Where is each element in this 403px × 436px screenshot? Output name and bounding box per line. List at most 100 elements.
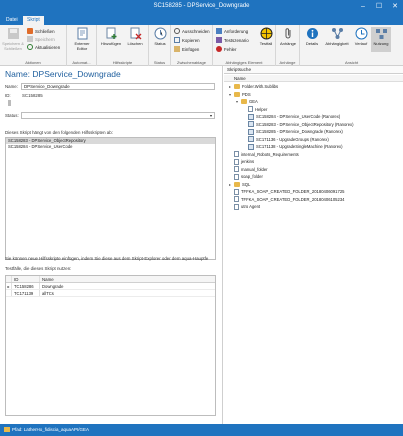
- requirement-icon: [216, 28, 222, 34]
- close-button[interactable]: Schließen: [27, 28, 55, 34]
- tree-node[interactable]: TFFKA_SOAP_CREATED_FOLDER_20180406105234: [228, 196, 345, 203]
- testscenario-icon: [216, 37, 222, 43]
- usage-icon: [375, 29, 387, 39]
- tree-node[interactable]: SC171138 - UpgradeSingleMachine (Ranorex…: [242, 143, 343, 150]
- add-icon: [106, 27, 116, 39]
- external-editor-button[interactable]: Externer Editor: [71, 27, 93, 51]
- external-editor-icon: [77, 27, 87, 40]
- menu-tab-datei[interactable]: Datei: [2, 16, 22, 25]
- list-item[interactable]: SC158284 - DPService_UserCode: [6, 144, 215, 150]
- testfall-icon: [260, 27, 272, 40]
- add-helper-button[interactable]: Hinzufügen: [99, 27, 123, 46]
- tree-node[interactable]: ▾ PDS: [228, 91, 251, 98]
- maximize-icon[interactable]: ☐: [373, 1, 385, 13]
- tree-node[interactable]: soap_folder: [228, 173, 263, 180]
- script-icon: [248, 143, 254, 150]
- status-dropdown[interactable]: ▾: [21, 112, 215, 119]
- tree-node[interactable]: SC158285 - DPService_Downgrade (Ranorex): [242, 128, 343, 135]
- error-button[interactable]: Fehler: [216, 46, 236, 52]
- ribbon-group-aktionen: Speichern & Schließen Schließen Speicher…: [0, 25, 67, 66]
- script-icon: [248, 113, 254, 120]
- tree-node[interactable]: ▸ SQL: [228, 181, 250, 188]
- tree-node[interactable]: manual_folder: [228, 166, 268, 173]
- cut-button[interactable]: Ausschneiden: [174, 28, 210, 34]
- menu-tab-skript[interactable]: Skript: [23, 16, 44, 25]
- tree-node-label: SQL: [242, 181, 251, 187]
- grid-header-name[interactable]: Name: [40, 276, 215, 282]
- expand-toggle-icon[interactable]: ▾: [228, 91, 232, 98]
- ribbon-group-automat: Externer Editor Automat...: [67, 25, 97, 66]
- drag-handle[interactable]: [8, 100, 11, 106]
- refresh-icon: [27, 44, 33, 50]
- tree-node-label: internal_Robots_Requirements: [241, 151, 299, 157]
- details-button[interactable]: Details: [302, 27, 322, 46]
- tree-node-label: SC171136 - UpgradeGroups (Ranorex): [256, 136, 329, 142]
- testcases-grid[interactable]: ID Name ▸ TC158286 Downgrade TC171139 al…: [5, 275, 216, 416]
- name-field[interactable]: DPService_Downgrade: [21, 83, 215, 90]
- grid-header: ID Name: [6, 276, 215, 283]
- tree-node[interactable]: SC158284 - DPService_UserCode (Ranorex): [242, 113, 340, 120]
- tree-node-label: manual_folder: [241, 166, 268, 172]
- tree-node-label: SC158285 - DPService_Downgrade (Ranorex): [256, 129, 343, 134]
- doc-icon: [234, 188, 239, 195]
- save-icon: [27, 36, 33, 42]
- delete-helper-button[interactable]: Löschen: [124, 27, 146, 46]
- tree-node-label: SC158284 - DPService_UserCode (Ranorex): [256, 114, 341, 119]
- script-explorer-pane: Skriptsuche Name ▸ Folder.With.Sublibs ▾ PD…: [224, 66, 403, 424]
- tree-node[interactable]: jenkins: [228, 158, 254, 165]
- refresh-button[interactable]: Aktualisieren: [27, 44, 60, 50]
- expand-toggle-icon[interactable]: ▸: [228, 83, 232, 90]
- tree-node[interactable]: internal_Robots_Requirements: [228, 151, 299, 158]
- ribbon-group-abhaengiges-element: Anforderung Testszenario Fehler Testfall…: [213, 25, 276, 66]
- history-button[interactable]: Verlauf: [352, 27, 370, 46]
- tree-column-header[interactable]: Name: [224, 75, 403, 82]
- tree-node[interactable]: ▸ Folder.With.Sublibs: [228, 83, 278, 90]
- save-button[interactable]: Speichern: [27, 36, 55, 42]
- table-row[interactable]: TC171139 allTCs: [6, 290, 215, 297]
- usage-button[interactable]: Nutzung: [371, 27, 391, 52]
- testscenario-button[interactable]: Testszenario: [216, 37, 249, 43]
- info-icon: [306, 28, 318, 39]
- chevron-down-icon: ▾: [209, 113, 212, 118]
- attachments-button[interactable]: Anhänge: [278, 27, 298, 46]
- dependencies-list[interactable]: SC158283 - DPService_ObjectRepository SC…: [5, 137, 216, 260]
- status-icon: [154, 27, 166, 40]
- dependency-icon: [331, 28, 343, 39]
- tree-node[interactable]: Helper: [242, 106, 267, 113]
- tree-node[interactable]: utro Agent: [228, 203, 260, 210]
- copy-icon: [174, 37, 180, 43]
- testcases-caption: Testfälle, die dieses Skript nutzen:: [5, 266, 72, 271]
- id-label: ID:: [5, 93, 11, 98]
- status-button[interactable]: Status: [150, 27, 170, 46]
- id-value: SC158285: [22, 93, 43, 98]
- tree-node-label: TFFKA_SOAP_CREATED_FOLDER_20180406105234: [241, 196, 345, 202]
- folder-icon: [234, 84, 240, 89]
- expand-toggle-icon[interactable]: ▾: [235, 98, 239, 105]
- dependency-button[interactable]: Abhängigkeit: [323, 27, 351, 46]
- testfall-button[interactable]: Testfall: [257, 27, 275, 46]
- status-path: Pfad: LatherHo_fidiscia_aquaAPI/GEA: [12, 427, 90, 432]
- table-row[interactable]: ▸ TC158286 Downgrade: [6, 283, 215, 290]
- tree-node-label: soap_folder: [241, 174, 263, 179]
- minimize-icon[interactable]: –: [357, 1, 369, 13]
- tree-node-label: SC158283 - DPService_ObjectRepository (R…: [256, 121, 354, 127]
- ribbon-group-hilfsskripte: Hinzufügen Löschen Hilfsskripte: [97, 25, 149, 66]
- tree-node[interactable]: ▾ GEA: [235, 98, 258, 105]
- doc-icon: [234, 151, 239, 157]
- tree-node[interactable]: SC171136 - UpgradeGroups (Ranorex): [242, 136, 329, 143]
- grid-header-id[interactable]: ID: [12, 276, 40, 282]
- close-icon[interactable]: ✕: [389, 1, 401, 13]
- delete-icon: [130, 27, 141, 40]
- requirement-button[interactable]: Anforderung: [216, 28, 248, 34]
- tree-node[interactable]: TFFKA_SOAP_CREATED_FOLDER_20180406091725: [228, 188, 345, 195]
- doc-icon: [234, 158, 239, 165]
- expand-toggle-icon[interactable]: ▸: [228, 181, 232, 188]
- paste-button[interactable]: Einfügen: [174, 46, 199, 52]
- status-label: Status:: [5, 113, 19, 118]
- tree-node[interactable]: SC158283 - DPService_ObjectRepository (R…: [242, 121, 354, 128]
- copy-button[interactable]: Kopieren: [174, 37, 200, 43]
- save-close-button[interactable]: Speichern & Schließen: [2, 27, 24, 51]
- explorer-tab-title[interactable]: Skriptsuche: [227, 67, 251, 72]
- doc-icon: [234, 173, 239, 180]
- script-icon: [248, 121, 254, 127]
